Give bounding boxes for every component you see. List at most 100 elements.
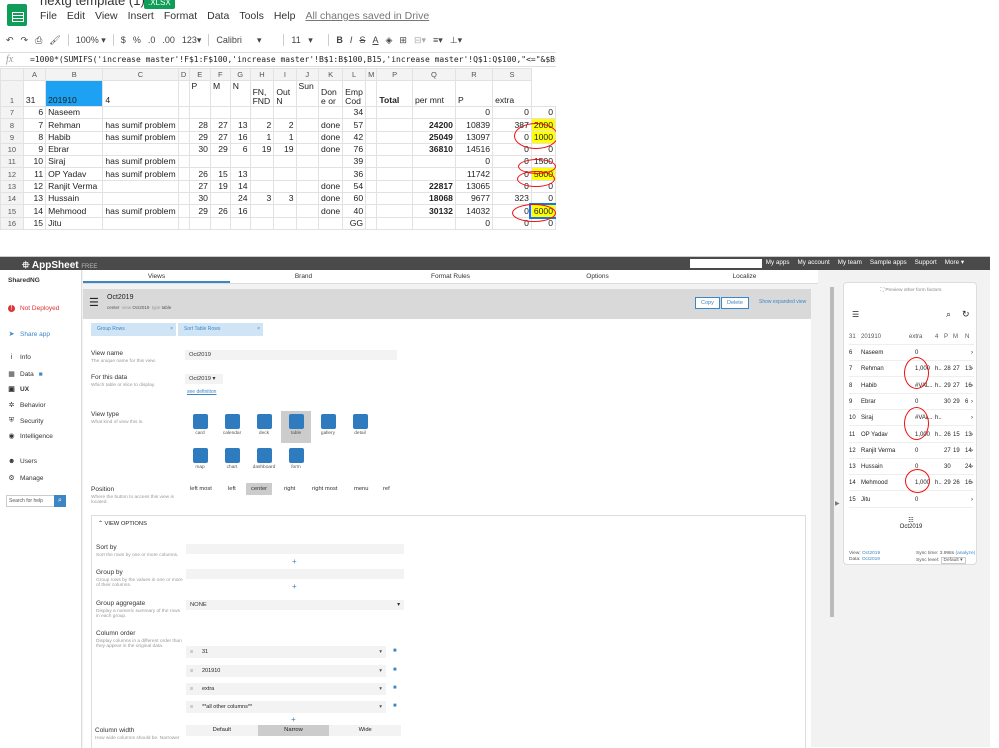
cell[interactable]: 24	[229, 192, 251, 206]
cell[interactable]: per mnt	[411, 80, 456, 107]
cell[interactable]: 323	[492, 192, 532, 206]
cell[interactable]	[376, 204, 413, 218]
col-header[interactable]: H	[249, 68, 275, 81]
collapse-arrow-icon[interactable]: ▶	[835, 500, 840, 507]
col-header[interactable]: C	[102, 68, 179, 81]
list-item[interactable]: 12 Ranjit Verma 0 27 19 14 ›	[849, 443, 974, 459]
menu-insert[interactable]: Insert	[128, 10, 154, 24]
cell[interactable]: 16	[229, 204, 251, 218]
cell[interactable]	[209, 105, 231, 120]
menu-file[interactable]: File	[40, 10, 57, 24]
row-number[interactable]: 8	[0, 118, 24, 132]
type-map[interactable]: map	[185, 445, 215, 477]
tab-format-rules[interactable]: Format Rules	[377, 270, 524, 283]
foot-link[interactable]: Oct2019	[862, 557, 880, 562]
cell[interactable]	[177, 179, 190, 194]
sort-icon[interactable]: ☰	[852, 310, 859, 319]
nav-ux[interactable]: ▣ UX	[8, 385, 29, 394]
merge-icon[interactable]: ⊟▾	[414, 35, 426, 46]
cell[interactable]	[177, 204, 190, 218]
menu-view[interactable]: View	[95, 10, 118, 24]
col-header[interactable]: J	[295, 68, 320, 81]
link-my-team[interactable]: My team	[838, 259, 862, 266]
position-rightmost[interactable]: right most	[307, 483, 342, 495]
link-more[interactable]: More ▾	[945, 259, 964, 266]
cell[interactable]: has sumif problem	[102, 204, 179, 218]
add-column-icon[interactable]: +	[291, 715, 296, 724]
cell[interactable]	[376, 118, 413, 132]
cell[interactable]	[177, 192, 190, 206]
cell[interactable]	[102, 179, 179, 194]
font-select[interactable]: Calibri ▾	[216, 35, 276, 46]
col-header[interactable]: F	[209, 68, 231, 81]
cell[interactable]	[295, 216, 320, 230]
cell[interactable]	[295, 192, 320, 206]
cell[interactable]	[188, 155, 211, 169]
increase-decimal-button[interactable]: .00	[162, 35, 175, 45]
link-my-account[interactable]: My account	[798, 259, 830, 266]
menu-format[interactable]: Format	[164, 10, 197, 24]
cell[interactable]	[102, 192, 179, 206]
cell[interactable]	[177, 130, 190, 144]
cell[interactable]	[177, 142, 190, 157]
cell[interactable]: 39	[342, 155, 367, 169]
cell[interactable]: done	[318, 142, 344, 157]
cell[interactable]: Don e or	[318, 80, 344, 107]
col-header[interactable]: S	[492, 68, 532, 81]
sheets-logo-icon[interactable]	[7, 4, 27, 26]
list-item[interactable]: 15 Jitu 0 ›	[849, 492, 974, 508]
cell[interactable]: 29	[209, 142, 231, 157]
width-default[interactable]: Default	[186, 725, 258, 736]
cell[interactable]	[295, 130, 320, 144]
column-order-item[interactable]: 201910	[186, 665, 386, 677]
redo-icon[interactable]: ↷	[21, 35, 29, 46]
cell[interactable]: 31	[22, 80, 47, 107]
cell[interactable]	[365, 155, 378, 169]
tab-options[interactable]: Options	[524, 270, 671, 283]
cell[interactable]	[295, 142, 320, 157]
cell[interactable]	[188, 216, 211, 230]
row-number[interactable]: 13	[0, 179, 24, 194]
type-card[interactable]: card	[185, 411, 215, 443]
cell[interactable]	[365, 80, 378, 107]
cell[interactable]	[209, 192, 231, 206]
cell[interactable]: 0	[454, 155, 494, 169]
col-header[interactable]: Q	[411, 68, 456, 81]
cell[interactable]: done	[318, 204, 344, 218]
row-number[interactable]: 15	[0, 204, 24, 218]
top-search-input[interactable]	[690, 259, 762, 268]
cell[interactable]: GG	[342, 216, 367, 230]
cell[interactable]: 26	[188, 167, 211, 181]
cell[interactable]	[295, 118, 320, 132]
type-form[interactable]: form	[281, 445, 311, 477]
sync-level-select[interactable]: Default ▾	[940, 557, 966, 564]
bottom-view-tab[interactable]: ☷ Oct2019	[844, 517, 978, 530]
group-aggregate-select[interactable]: NONE ▾	[186, 600, 404, 610]
cell[interactable]: 6	[229, 142, 251, 157]
show-expanded-link[interactable]: Show expanded view	[759, 299, 806, 305]
currency-button[interactable]: $	[121, 35, 126, 45]
cell[interactable]	[177, 155, 190, 169]
format-select[interactable]: 123▾	[182, 35, 202, 46]
cell[interactable]: 28	[188, 118, 211, 132]
font-size-select[interactable]: 11 ▾	[291, 35, 321, 46]
cell[interactable]: 36810	[411, 142, 456, 157]
width-narrow[interactable]: Narrow	[257, 725, 330, 736]
cell[interactable]: done	[318, 192, 344, 206]
sort-by-field[interactable]	[186, 544, 404, 554]
cell[interactable]: 13	[229, 118, 251, 132]
cell[interactable]: 19	[209, 179, 231, 194]
cell[interactable]	[249, 204, 275, 218]
cell[interactable]	[365, 179, 378, 194]
cell[interactable]	[273, 216, 297, 230]
cell[interactable]: 15	[209, 167, 231, 181]
row-number[interactable]: 16	[0, 216, 24, 230]
decrease-decimal-button[interactable]: .0	[148, 35, 156, 45]
cell[interactable]: done	[318, 179, 344, 194]
row-number[interactable]: 1	[0, 80, 24, 107]
width-wide[interactable]: Wide	[329, 725, 401, 736]
cell[interactable]: 14032	[454, 204, 494, 218]
cell[interactable]	[177, 80, 190, 107]
cell[interactable]	[411, 105, 456, 120]
cell[interactable]: has sumif problem	[102, 167, 179, 181]
